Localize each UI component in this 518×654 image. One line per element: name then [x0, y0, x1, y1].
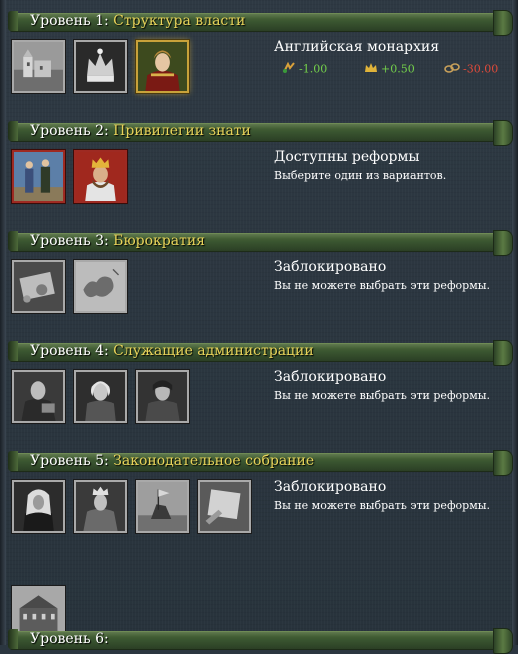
level-1-prefix: Уровень 1: [30, 13, 109, 29]
map-reform-icon[interactable] [74, 260, 127, 313]
level-4-prefix: Уровень 4: [30, 343, 109, 359]
level-5-name: Законодательное собрание [113, 453, 315, 469]
level-4-name: Служащие администрации [113, 343, 314, 359]
sealed-letter-reform-icon[interactable] [12, 260, 65, 313]
level-1-info: Английская монархия [274, 38, 439, 56]
governor-reform-icon[interactable] [136, 370, 189, 423]
document-reform-icon[interactable] [198, 480, 251, 533]
level-4-info: Заблокировано Вы не можете выбрать эти р… [274, 368, 490, 402]
chains-icon [444, 62, 460, 77]
level-1-title: Английская монархия [274, 39, 440, 55]
level-2-subtitle: Выберите один из вариантов. [274, 169, 447, 182]
level-3-subtitle: Вы не можете выбрать эти реформы. [274, 279, 491, 292]
panel-frame-left [0, 0, 6, 645]
level-1-banner: Уровень 1: Структура власти [8, 10, 513, 36]
level-3-prefix: Уровень 3: [30, 233, 109, 249]
nobles-reform-icon[interactable] [12, 150, 65, 203]
judge-reform-icon[interactable] [12, 480, 65, 533]
modifier-crown: +0.50 [364, 62, 415, 77]
official-reform-icon[interactable] [12, 370, 65, 423]
level-2-title: Доступны реформы [274, 149, 420, 165]
level-2-info: Доступны реформы Выберите один из вариан… [274, 148, 446, 182]
level-5-prefix: Уровень 5: [30, 453, 109, 469]
crown-reform-icon[interactable] [74, 40, 127, 93]
level-4-subtitle: Вы не можете выбрать эти реформы. [274, 389, 491, 402]
monarch-reform-icon[interactable] [74, 480, 127, 533]
level-3-name: Бюрократия [113, 233, 205, 249]
level-3-title: Заблокировано [274, 259, 387, 275]
level-4-banner: Уровень 4: Служащие администрации [8, 340, 513, 366]
crown-icon [364, 62, 378, 77]
knights-reform-icon[interactable] [136, 480, 189, 533]
queen-portrait-reform-icon[interactable] [136, 40, 189, 93]
level-5-info: Заблокировано Вы не можете выбрать эти р… [274, 478, 490, 512]
modifier-stability: -1.00 [282, 61, 327, 77]
level-5-title: Заблокировано [274, 479, 387, 495]
level-3-banner: Уровень 3: Бюрократия [8, 230, 513, 256]
level-5-subtitle: Вы не можете выбрать эти реформы. [274, 499, 491, 512]
stability-cost-icon [282, 61, 296, 77]
level-1-modifiers: -1.00 +0.50 -30.00 [282, 61, 507, 78]
level-1-name: Структура власти [113, 13, 246, 29]
panel-frame-right [512, 0, 518, 645]
level-6-banner: Уровень 6: [8, 628, 513, 654]
panel-background [0, 0, 518, 645]
level-4-title: Заблокировано [274, 369, 387, 385]
castle-reform-icon[interactable] [12, 40, 65, 93]
level-5-banner: Уровень 5: Законодательное собрание [8, 450, 513, 476]
level-2-name: Привилегии знати [113, 123, 251, 139]
statesman-reform-icon[interactable] [74, 370, 127, 423]
level-3-info: Заблокировано Вы не можете выбрать эти р… [274, 258, 490, 292]
king-reform-icon[interactable] [74, 150, 127, 203]
level-2-prefix: Уровень 2: [30, 123, 109, 139]
level-2-banner: Уровень 2: Привилегии знати [8, 120, 513, 146]
modifier-chains: -30.00 [444, 62, 498, 77]
